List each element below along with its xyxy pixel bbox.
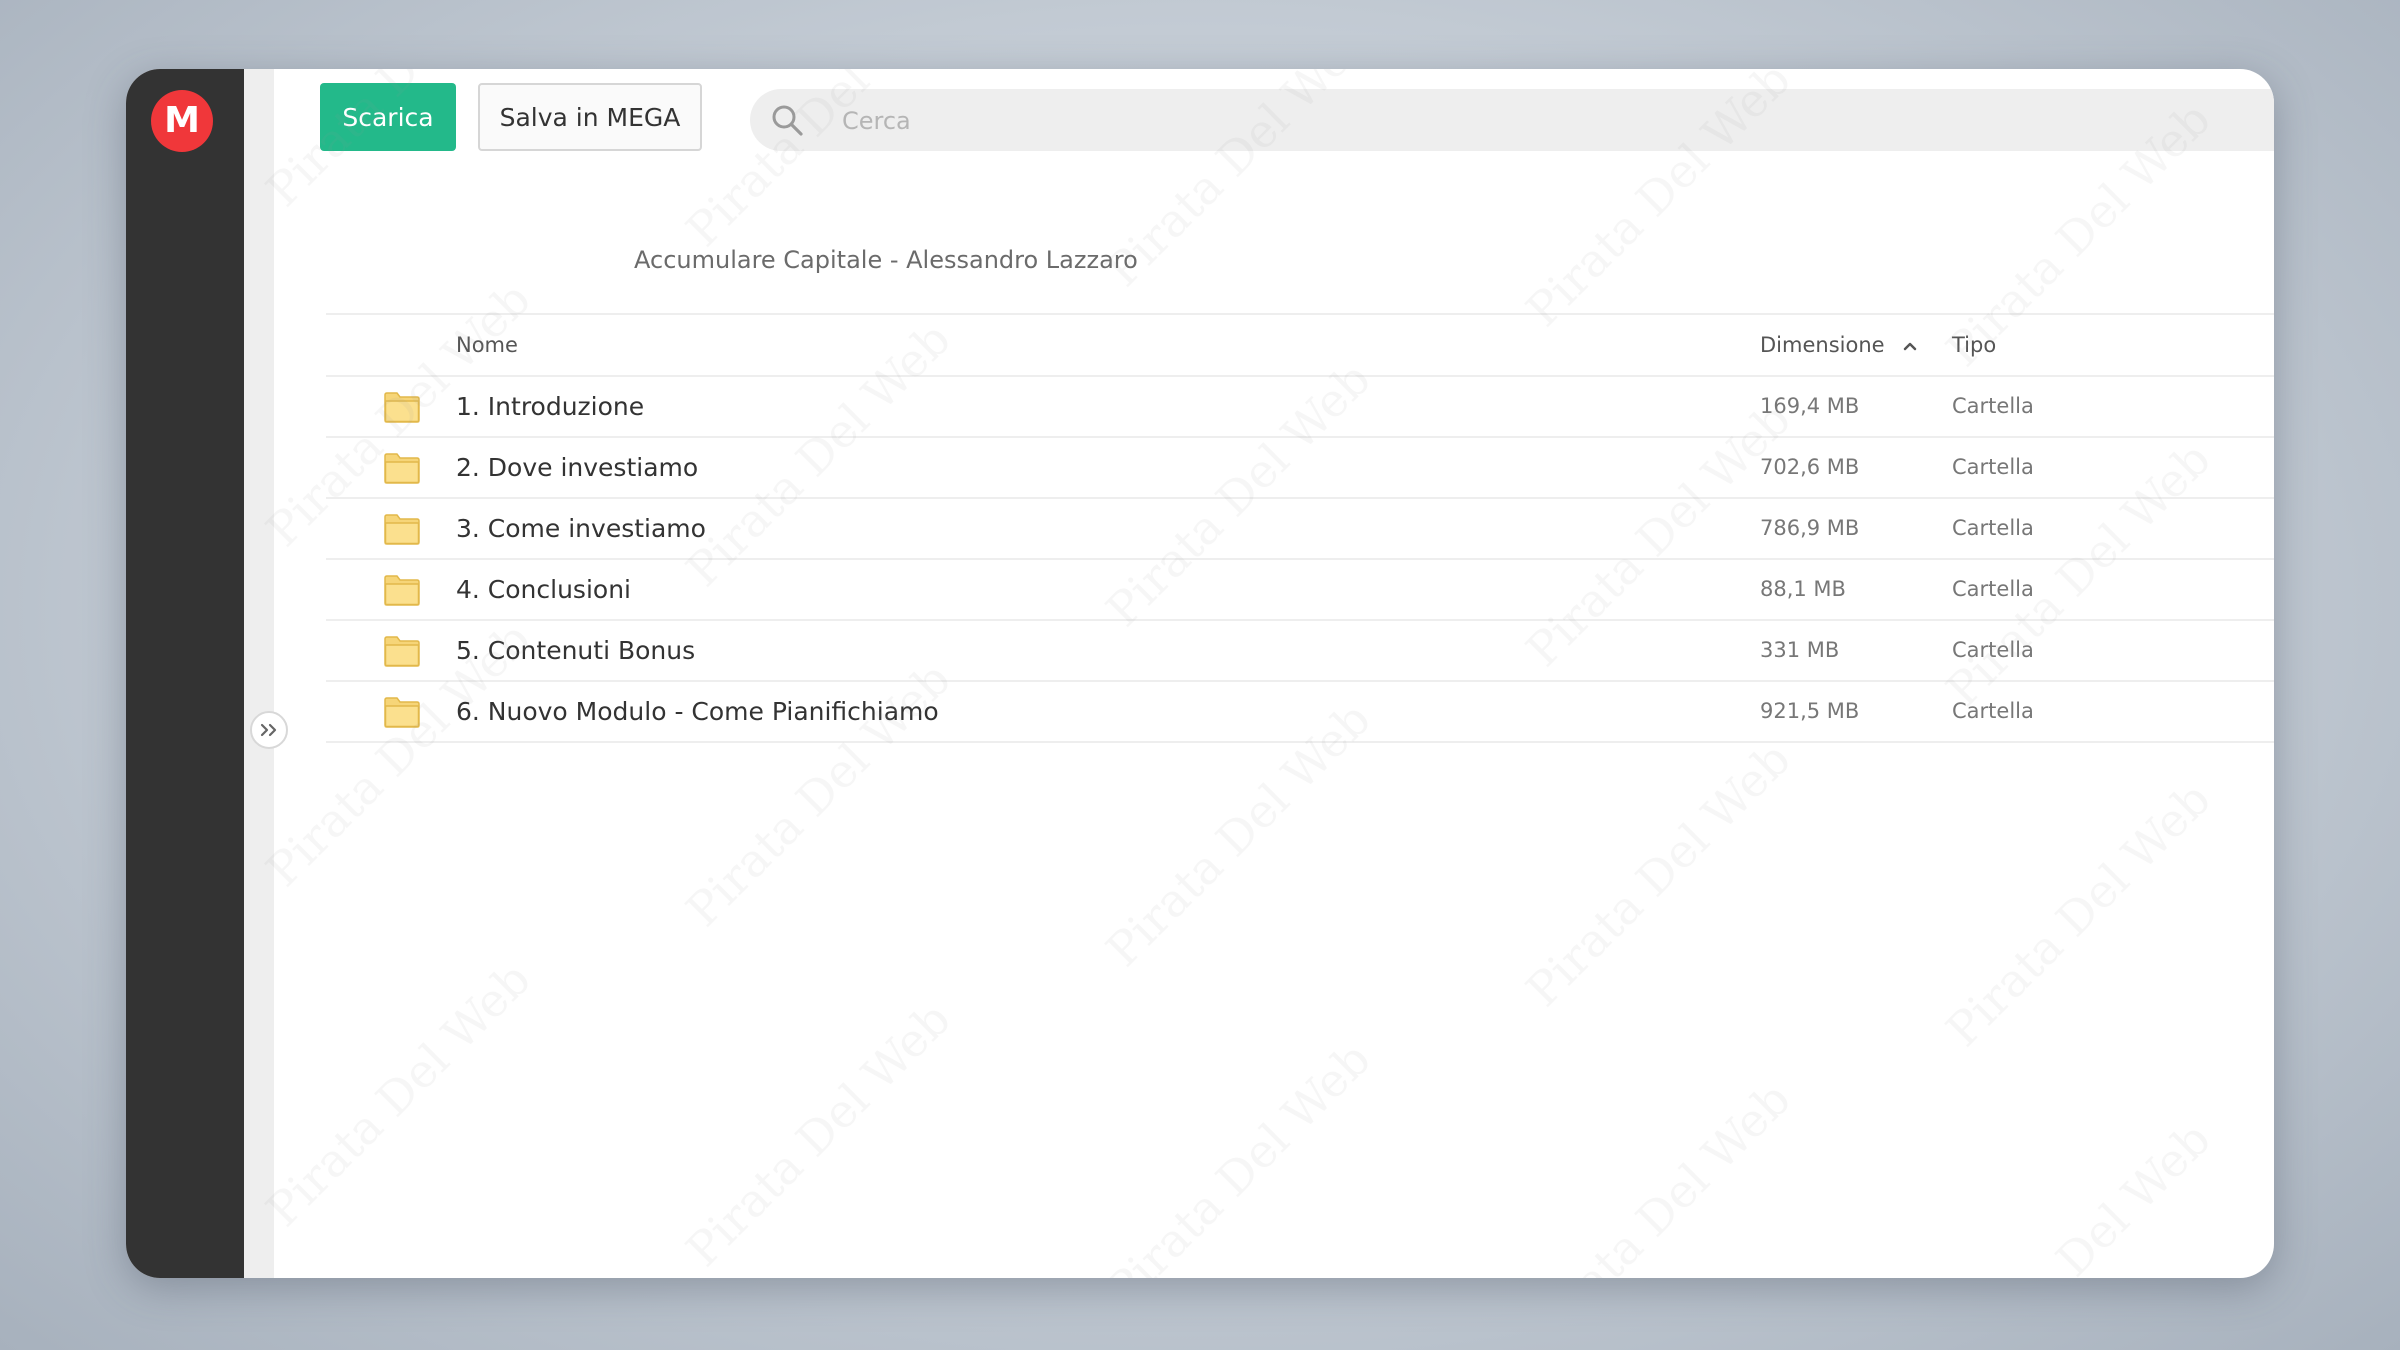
row-name[interactable]: 4. Conclusioni xyxy=(456,560,631,619)
row-size: 702,6 MB xyxy=(1760,455,1860,479)
table-row[interactable]: 3. Come investiamo 786,9 MB Cartella xyxy=(326,499,2274,560)
row-type: Cartella xyxy=(1952,638,2034,662)
row-name[interactable]: 1. Introduzione xyxy=(456,377,644,436)
column-header-name[interactable]: Nome xyxy=(456,315,518,375)
chevron-up-icon[interactable] xyxy=(1901,337,1919,355)
sidebar-rail xyxy=(244,69,274,1278)
row-type: Cartella xyxy=(1952,394,2034,418)
download-button[interactable]: Scarica xyxy=(320,83,456,151)
row-size: 169,4 MB xyxy=(1760,394,1860,418)
search-icon[interactable] xyxy=(770,103,804,137)
table-row[interactable]: 1. Introduzione 169,4 MB Cartella xyxy=(326,377,2274,438)
table-row[interactable]: 2. Dove investiamo 702,6 MB Cartella xyxy=(326,438,2274,499)
mega-logo[interactable]: M xyxy=(151,90,213,152)
sidebar: M xyxy=(126,69,244,1278)
row-size: 331 MB xyxy=(1760,638,1840,662)
table-row[interactable]: 6. Nuovo Modulo - Come Pianifichiamo 921… xyxy=(326,682,2274,743)
mega-window: M Scarica Salva in MEGA Accumulare Capit… xyxy=(126,69,2274,1278)
folder-icon xyxy=(384,453,420,484)
main-content: Scarica Salva in MEGA Accumulare Capital… xyxy=(274,69,2274,1278)
row-name[interactable]: 3. Come investiamo xyxy=(456,499,706,558)
row-name[interactable]: 5. Contenuti Bonus xyxy=(456,621,695,680)
folder-icon xyxy=(384,697,420,728)
save-to-mega-button[interactable]: Salva in MEGA xyxy=(478,83,702,151)
row-name[interactable]: 2. Dove investiamo xyxy=(456,438,698,497)
column-header-type[interactable]: Tipo xyxy=(1952,315,1996,375)
search-input[interactable] xyxy=(840,89,1444,153)
breadcrumb[interactable]: Accumulare Capitale - Alessandro Lazzaro xyxy=(634,246,1138,274)
table-header: Nome Dimensione Tipo xyxy=(326,313,2274,377)
row-size: 786,9 MB xyxy=(1760,516,1860,540)
table-row[interactable]: 4. Conclusioni 88,1 MB Cartella xyxy=(326,560,2274,621)
row-type: Cartella xyxy=(1952,455,2034,479)
folder-icon xyxy=(384,514,420,545)
folder-icon xyxy=(384,575,420,606)
row-size: 921,5 MB xyxy=(1760,699,1860,723)
file-table: Nome Dimensione Tipo 1. Introduzione 169… xyxy=(326,313,2274,743)
folder-icon xyxy=(384,636,420,667)
folder-icon xyxy=(384,392,420,423)
row-type: Cartella xyxy=(1952,516,2034,540)
row-size: 88,1 MB xyxy=(1760,577,1846,601)
row-name[interactable]: 6. Nuovo Modulo - Come Pianifichiamo xyxy=(456,682,939,741)
row-type: Cartella xyxy=(1952,577,2034,601)
row-type: Cartella xyxy=(1952,699,2034,723)
column-header-size[interactable]: Dimensione xyxy=(1760,315,1885,375)
search-bar xyxy=(750,89,2274,153)
table-row[interactable]: 5. Contenuti Bonus 331 MB Cartella xyxy=(326,621,2274,682)
